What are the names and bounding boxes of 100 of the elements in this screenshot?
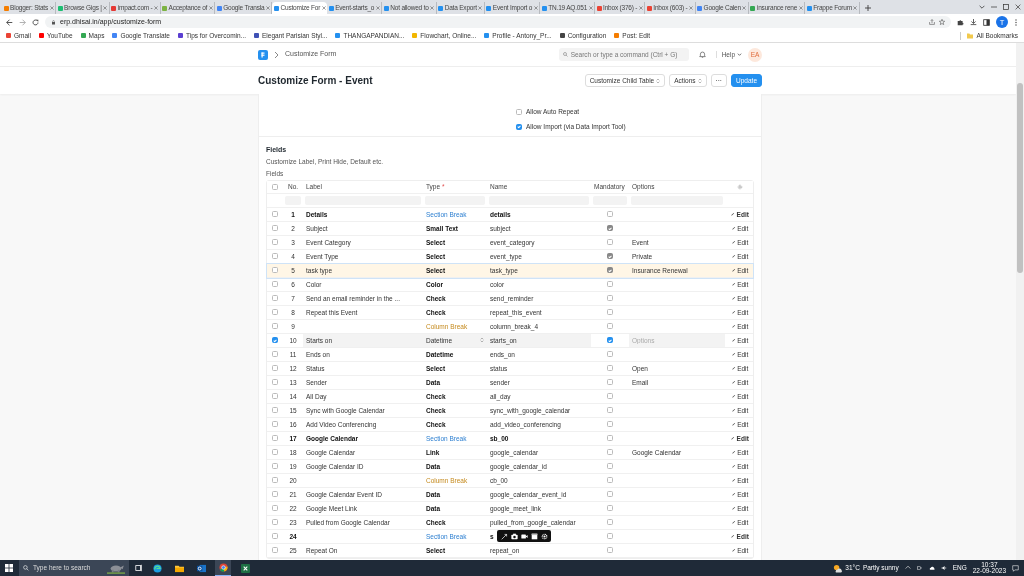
row-checkbox[interactable] — [272, 463, 278, 470]
close-icon[interactable] — [638, 6, 643, 10]
close-icon[interactable] — [103, 6, 108, 10]
star-icon[interactable] — [939, 19, 945, 25]
mandatory-checkbox[interactable] — [607, 295, 613, 302]
mandatory-checkbox[interactable] — [607, 449, 613, 456]
close-icon[interactable] — [49, 6, 54, 10]
browser-icon[interactable] — [218, 563, 228, 572]
mandatory-checkbox[interactable] — [607, 225, 613, 232]
spreadsheet-app-icon[interactable] — [240, 563, 250, 573]
browser-icon[interactable] — [152, 563, 162, 573]
back-icon[interactable] — [6, 18, 13, 26]
mandatory-checkbox[interactable] — [607, 365, 613, 372]
reload-icon[interactable] — [32, 18, 39, 26]
checkbox[interactable] — [516, 123, 522, 130]
task-view-icon[interactable] — [135, 564, 143, 572]
close-icon[interactable] — [266, 6, 270, 10]
close-icon[interactable] — [742, 6, 747, 10]
close-icon[interactable] — [321, 6, 326, 10]
row-checkbox[interactable] — [272, 211, 278, 218]
row-checkbox[interactable] — [272, 435, 278, 442]
close-icon[interactable] — [533, 6, 538, 10]
mandatory-checkbox[interactable] — [607, 253, 613, 260]
maximize-icon[interactable] — [1003, 4, 1009, 10]
close-icon[interactable] — [478, 6, 483, 10]
weather-icon[interactable] — [833, 563, 843, 573]
camera-icon[interactable] — [510, 532, 518, 540]
mandatory-checkbox[interactable] — [607, 519, 613, 526]
mandatory-checkbox[interactable] — [607, 211, 613, 218]
mandatory-checkbox[interactable] — [607, 491, 613, 498]
mandatory-checkbox[interactable] — [607, 421, 613, 428]
windows-start-icon[interactable] — [5, 564, 13, 572]
mandatory-checkbox[interactable] — [607, 379, 613, 386]
row-checkbox[interactable] — [272, 225, 278, 232]
scrollbar[interactable] — [1016, 43, 1024, 560]
notification-icon[interactable] — [1012, 564, 1019, 572]
cloud-icon[interactable] — [928, 565, 935, 571]
speaker-icon[interactable] — [940, 565, 947, 571]
new-tab-icon[interactable] — [864, 5, 871, 11]
menu-icon[interactable] — [1014, 18, 1018, 26]
mandatory-checkbox[interactable] — [607, 393, 613, 400]
chevron-up-icon[interactable] — [904, 565, 911, 571]
mandatory-checkbox[interactable] — [607, 463, 613, 470]
folder-icon[interactable] — [174, 563, 184, 573]
mandatory-checkbox[interactable] — [607, 505, 613, 512]
mail-app-icon[interactable] — [196, 563, 206, 573]
row-checkbox[interactable] — [272, 351, 278, 358]
close-icon[interactable] — [1015, 4, 1021, 10]
minimize-icon[interactable] — [991, 4, 997, 10]
checkbox[interactable] — [516, 108, 522, 115]
row-checkbox[interactable] — [272, 547, 278, 554]
row-checkbox[interactable] — [272, 253, 278, 260]
row-checkbox[interactable] — [272, 295, 278, 302]
mandatory-checkbox[interactable] — [607, 323, 613, 330]
tray-icon[interactable] — [916, 565, 923, 571]
forward-icon[interactable] — [19, 18, 26, 26]
download-icon[interactable] — [970, 18, 977, 26]
row-checkbox[interactable] — [272, 449, 278, 456]
window-icon[interactable] — [530, 532, 538, 540]
bell-icon[interactable] — [698, 51, 706, 58]
row-checkbox[interactable] — [272, 239, 278, 246]
close-icon[interactable] — [430, 6, 435, 10]
mandatory-checkbox[interactable] — [607, 267, 613, 274]
extensions-icon[interactable] — [957, 18, 964, 26]
close-icon[interactable] — [588, 6, 593, 10]
share-icon[interactable] — [929, 19, 935, 25]
mandatory-checkbox[interactable] — [607, 477, 613, 484]
row-checkbox[interactable] — [272, 309, 278, 316]
row-checkbox[interactable] — [272, 491, 278, 498]
row-checkbox[interactable] — [272, 519, 278, 526]
row-checkbox[interactable] — [272, 379, 278, 386]
row-checkbox[interactable] — [272, 505, 278, 512]
row-checkbox[interactable] — [272, 281, 278, 288]
mandatory-checkbox[interactable] — [607, 281, 613, 288]
row-checkbox[interactable] — [272, 393, 278, 400]
close-icon[interactable] — [853, 6, 858, 10]
mandatory-checkbox[interactable] — [607, 351, 613, 358]
app-logo-icon[interactable] — [258, 49, 268, 60]
select-all-checkbox[interactable] — [272, 184, 278, 190]
close-icon[interactable] — [689, 6, 694, 10]
row-checkbox[interactable] — [272, 365, 278, 372]
row-checkbox[interactable] — [272, 421, 278, 428]
close-icon[interactable] — [798, 6, 803, 10]
close-icon[interactable] — [154, 6, 159, 10]
expand-icon[interactable] — [500, 532, 508, 540]
mandatory-checkbox[interactable] — [607, 337, 613, 344]
mandatory-checkbox[interactable] — [607, 239, 613, 246]
mandatory-checkbox[interactable] — [607, 533, 613, 540]
close-icon[interactable] — [208, 6, 213, 10]
row-checkbox[interactable] — [272, 337, 278, 344]
row-checkbox[interactable] — [272, 477, 278, 484]
close-icon[interactable] — [375, 6, 380, 10]
mandatory-checkbox[interactable] — [607, 309, 613, 316]
side-panel-icon[interactable] — [983, 18, 990, 26]
mandatory-checkbox[interactable] — [607, 435, 613, 442]
tab-search-icon[interactable] — [979, 4, 985, 10]
row-checkbox[interactable] — [272, 323, 278, 330]
mandatory-checkbox[interactable] — [607, 407, 613, 414]
row-checkbox[interactable] — [272, 267, 278, 274]
row-checkbox[interactable] — [272, 407, 278, 414]
